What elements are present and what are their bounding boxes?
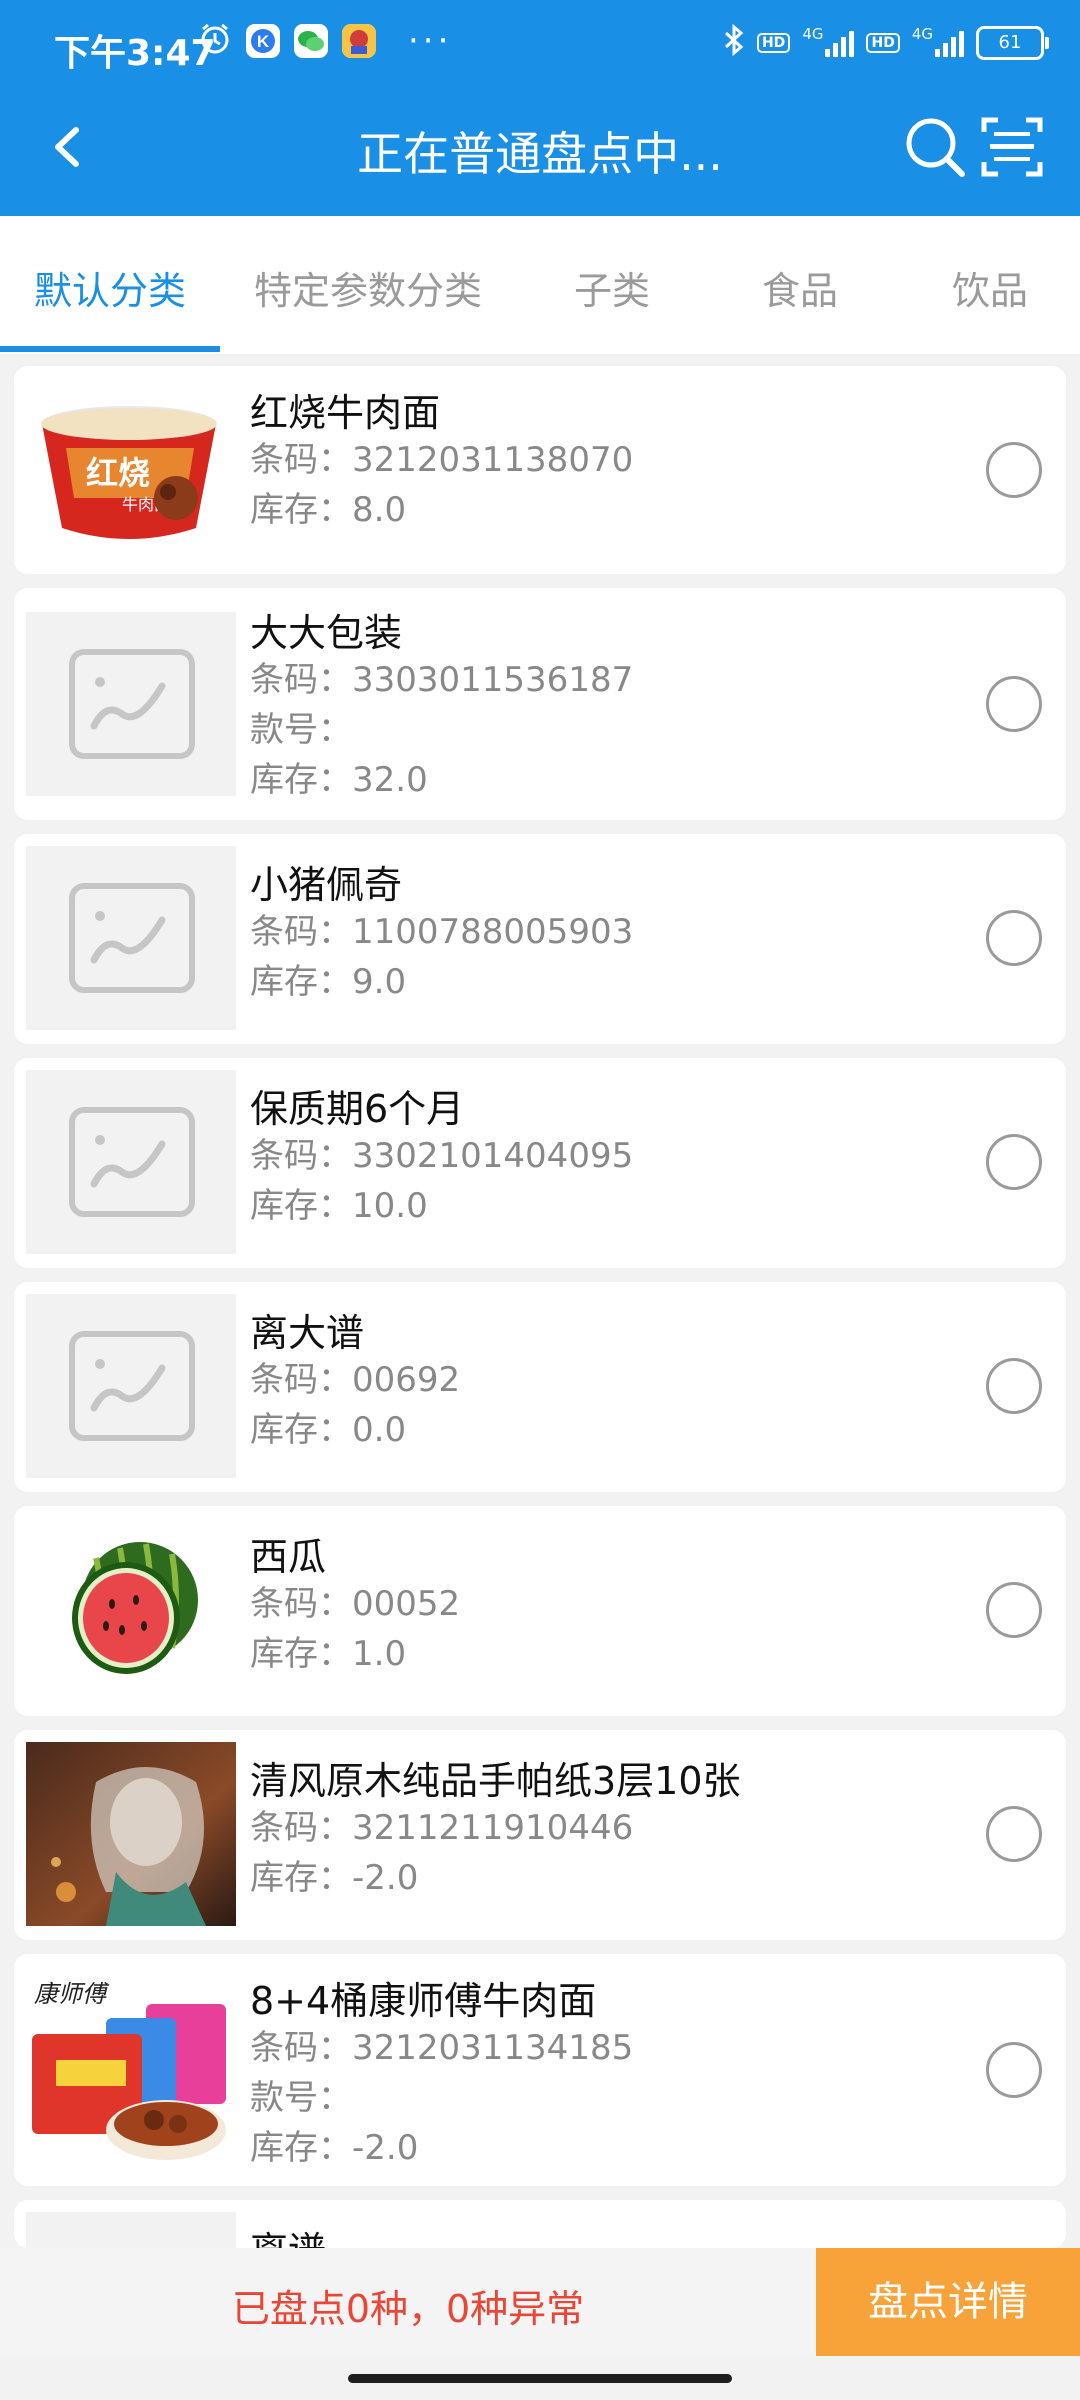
product-stock: 库存：9.0	[250, 962, 407, 1002]
brand-logo: 康师傅	[34, 1980, 110, 2008]
product-stock: 库存：1.0	[250, 1634, 407, 1674]
select-radio[interactable]	[986, 910, 1042, 966]
image-placeholder-icon	[26, 1294, 236, 1478]
app-header: 正在普通盘点中...	[0, 78, 1080, 216]
product-name: 清风原木纯品手帕纸3层10张	[250, 1759, 741, 1803]
product-barcode: 条码：3212031134185	[250, 2028, 634, 2068]
app-k-icon: K	[246, 24, 280, 58]
product-card[interactable]: 大大包装 条码：3303011536187 款号： 库存：32.0	[14, 588, 1066, 820]
product-card[interactable]: 离大谱 条码：00692 库存：0.0	[14, 1282, 1066, 1492]
battery-icon: 61	[976, 26, 1049, 60]
product-barcode: 条码：3211211910446	[250, 1808, 634, 1848]
tab-drinks[interactable]: 饮品	[952, 260, 1028, 315]
tab-default-category[interactable]: 默认分类	[34, 260, 186, 315]
svg-text:K: K	[257, 32, 270, 51]
image-placeholder-icon	[26, 2212, 236, 2248]
active-tab-indicator	[0, 346, 220, 352]
image-placeholder-icon	[26, 846, 236, 1030]
select-radio[interactable]	[986, 1134, 1042, 1190]
watermelon-image	[26, 1518, 236, 1702]
more-notifications-icon: ···	[408, 21, 453, 61]
hd-badge: HD	[756, 33, 791, 53]
product-card[interactable]: 离谱	[14, 2200, 1066, 2248]
notification-icons: K ···	[198, 22, 452, 60]
product-stock: 库存：-2.0	[250, 1858, 419, 1898]
product-stock: 库存：0.0	[250, 1410, 407, 1450]
status-bar: 下午3:47 K ··· HD 4G HD 4G 61	[0, 0, 1080, 78]
search-button[interactable]	[900, 112, 970, 182]
product-stock: 库存：-2.0	[250, 2128, 419, 2168]
product-image: 红烧 牛肉面	[26, 378, 236, 562]
hd-badge-2: HD	[866, 33, 900, 53]
signal-icon: 4G	[802, 25, 855, 57]
product-name: 保质期6个月	[250, 1087, 465, 1131]
product-name: 离谱	[250, 2220, 326, 2248]
product-card[interactable]: 康师傅 8+4桶康师傅牛肉面 条码：3212031134185 款号： 库存：-…	[14, 1954, 1066, 2186]
select-radio[interactable]	[986, 1582, 1042, 1638]
product-barcode: 条码：3302101404095	[250, 1136, 634, 1176]
product-name: 红烧牛肉面	[250, 391, 441, 435]
product-barcode: 条码：3303011536187	[250, 660, 634, 700]
scan-button[interactable]	[980, 114, 1044, 180]
inventory-summary: 已盘点0种，0种异常	[231, 2287, 585, 2331]
product-card[interactable]: 红烧 牛肉面 红烧牛肉面 条码：3212031138070 库存：8.0	[14, 366, 1066, 574]
scan-icon	[981, 117, 1043, 177]
svg-text:红烧: 红烧	[86, 454, 150, 492]
game-icon	[342, 24, 376, 58]
bluetooth-icon	[723, 23, 745, 62]
select-radio[interactable]	[986, 2042, 1042, 2098]
product-barcode: 条码：00052	[250, 1584, 461, 1624]
alarm-icon	[198, 22, 232, 60]
select-radio[interactable]	[986, 442, 1042, 498]
select-radio[interactable]	[986, 1358, 1042, 1414]
system-icons: HD 4G HD 4G 61	[723, 23, 1049, 62]
product-name: 8+4桶康师傅牛肉面	[250, 1979, 597, 2023]
product-name: 小猪佩奇	[250, 863, 403, 907]
tab-subcategory[interactable]: 子类	[574, 260, 650, 315]
noodle-pack-image: 康师傅	[26, 1974, 236, 2170]
product-name: 离大谱	[250, 1311, 365, 1355]
search-icon	[906, 118, 965, 177]
artwork-image	[26, 1742, 236, 1926]
wechat-icon	[294, 24, 328, 58]
select-radio[interactable]	[986, 676, 1042, 732]
product-stock: 库存：10.0	[250, 1186, 428, 1226]
product-name: 西瓜	[250, 1535, 327, 1579]
product-card[interactable]: 小猪佩奇 条码：1100788005903 库存：9.0	[14, 834, 1066, 1044]
product-barcode: 条码：00692	[250, 1360, 461, 1400]
product-style-no: 款号：	[250, 710, 352, 750]
image-placeholder-icon	[26, 612, 236, 796]
product-card[interactable]: 保质期6个月 条码：3302101404095 库存：10.0	[14, 1058, 1066, 1268]
product-style-no: 款号：	[250, 2078, 352, 2118]
home-indicator[interactable]	[348, 2374, 732, 2383]
tab-specific-parameter-category[interactable]: 特定参数分类	[254, 260, 482, 315]
select-radio[interactable]	[986, 1806, 1042, 1862]
product-card[interactable]: 西瓜 条码：00052 库存：1.0	[14, 1506, 1066, 1716]
product-name: 大大包装	[250, 611, 403, 655]
product-barcode: 条码：3212031138070	[250, 440, 634, 480]
tab-food[interactable]: 食品	[762, 260, 838, 315]
product-stock: 库存：8.0	[250, 490, 407, 530]
category-tabs: 默认分类 特定参数分类 子类 食品 饮品	[0, 216, 1080, 354]
signal-icon-2: 4G	[912, 25, 964, 57]
status-time: 下午3:47	[54, 33, 216, 74]
inventory-detail-button[interactable]: 盘点详情	[816, 2248, 1080, 2356]
product-card[interactable]: 清风原木纯品手帕纸3层10张 条码：3211211910446 库存：-2.0	[14, 1730, 1066, 1940]
image-placeholder-icon	[26, 1070, 236, 1254]
product-stock: 库存：32.0	[250, 760, 428, 800]
bottom-bar: 已盘点0种，0种异常 盘点详情	[0, 2248, 1080, 2356]
product-barcode: 条码：1100788005903	[250, 912, 634, 952]
